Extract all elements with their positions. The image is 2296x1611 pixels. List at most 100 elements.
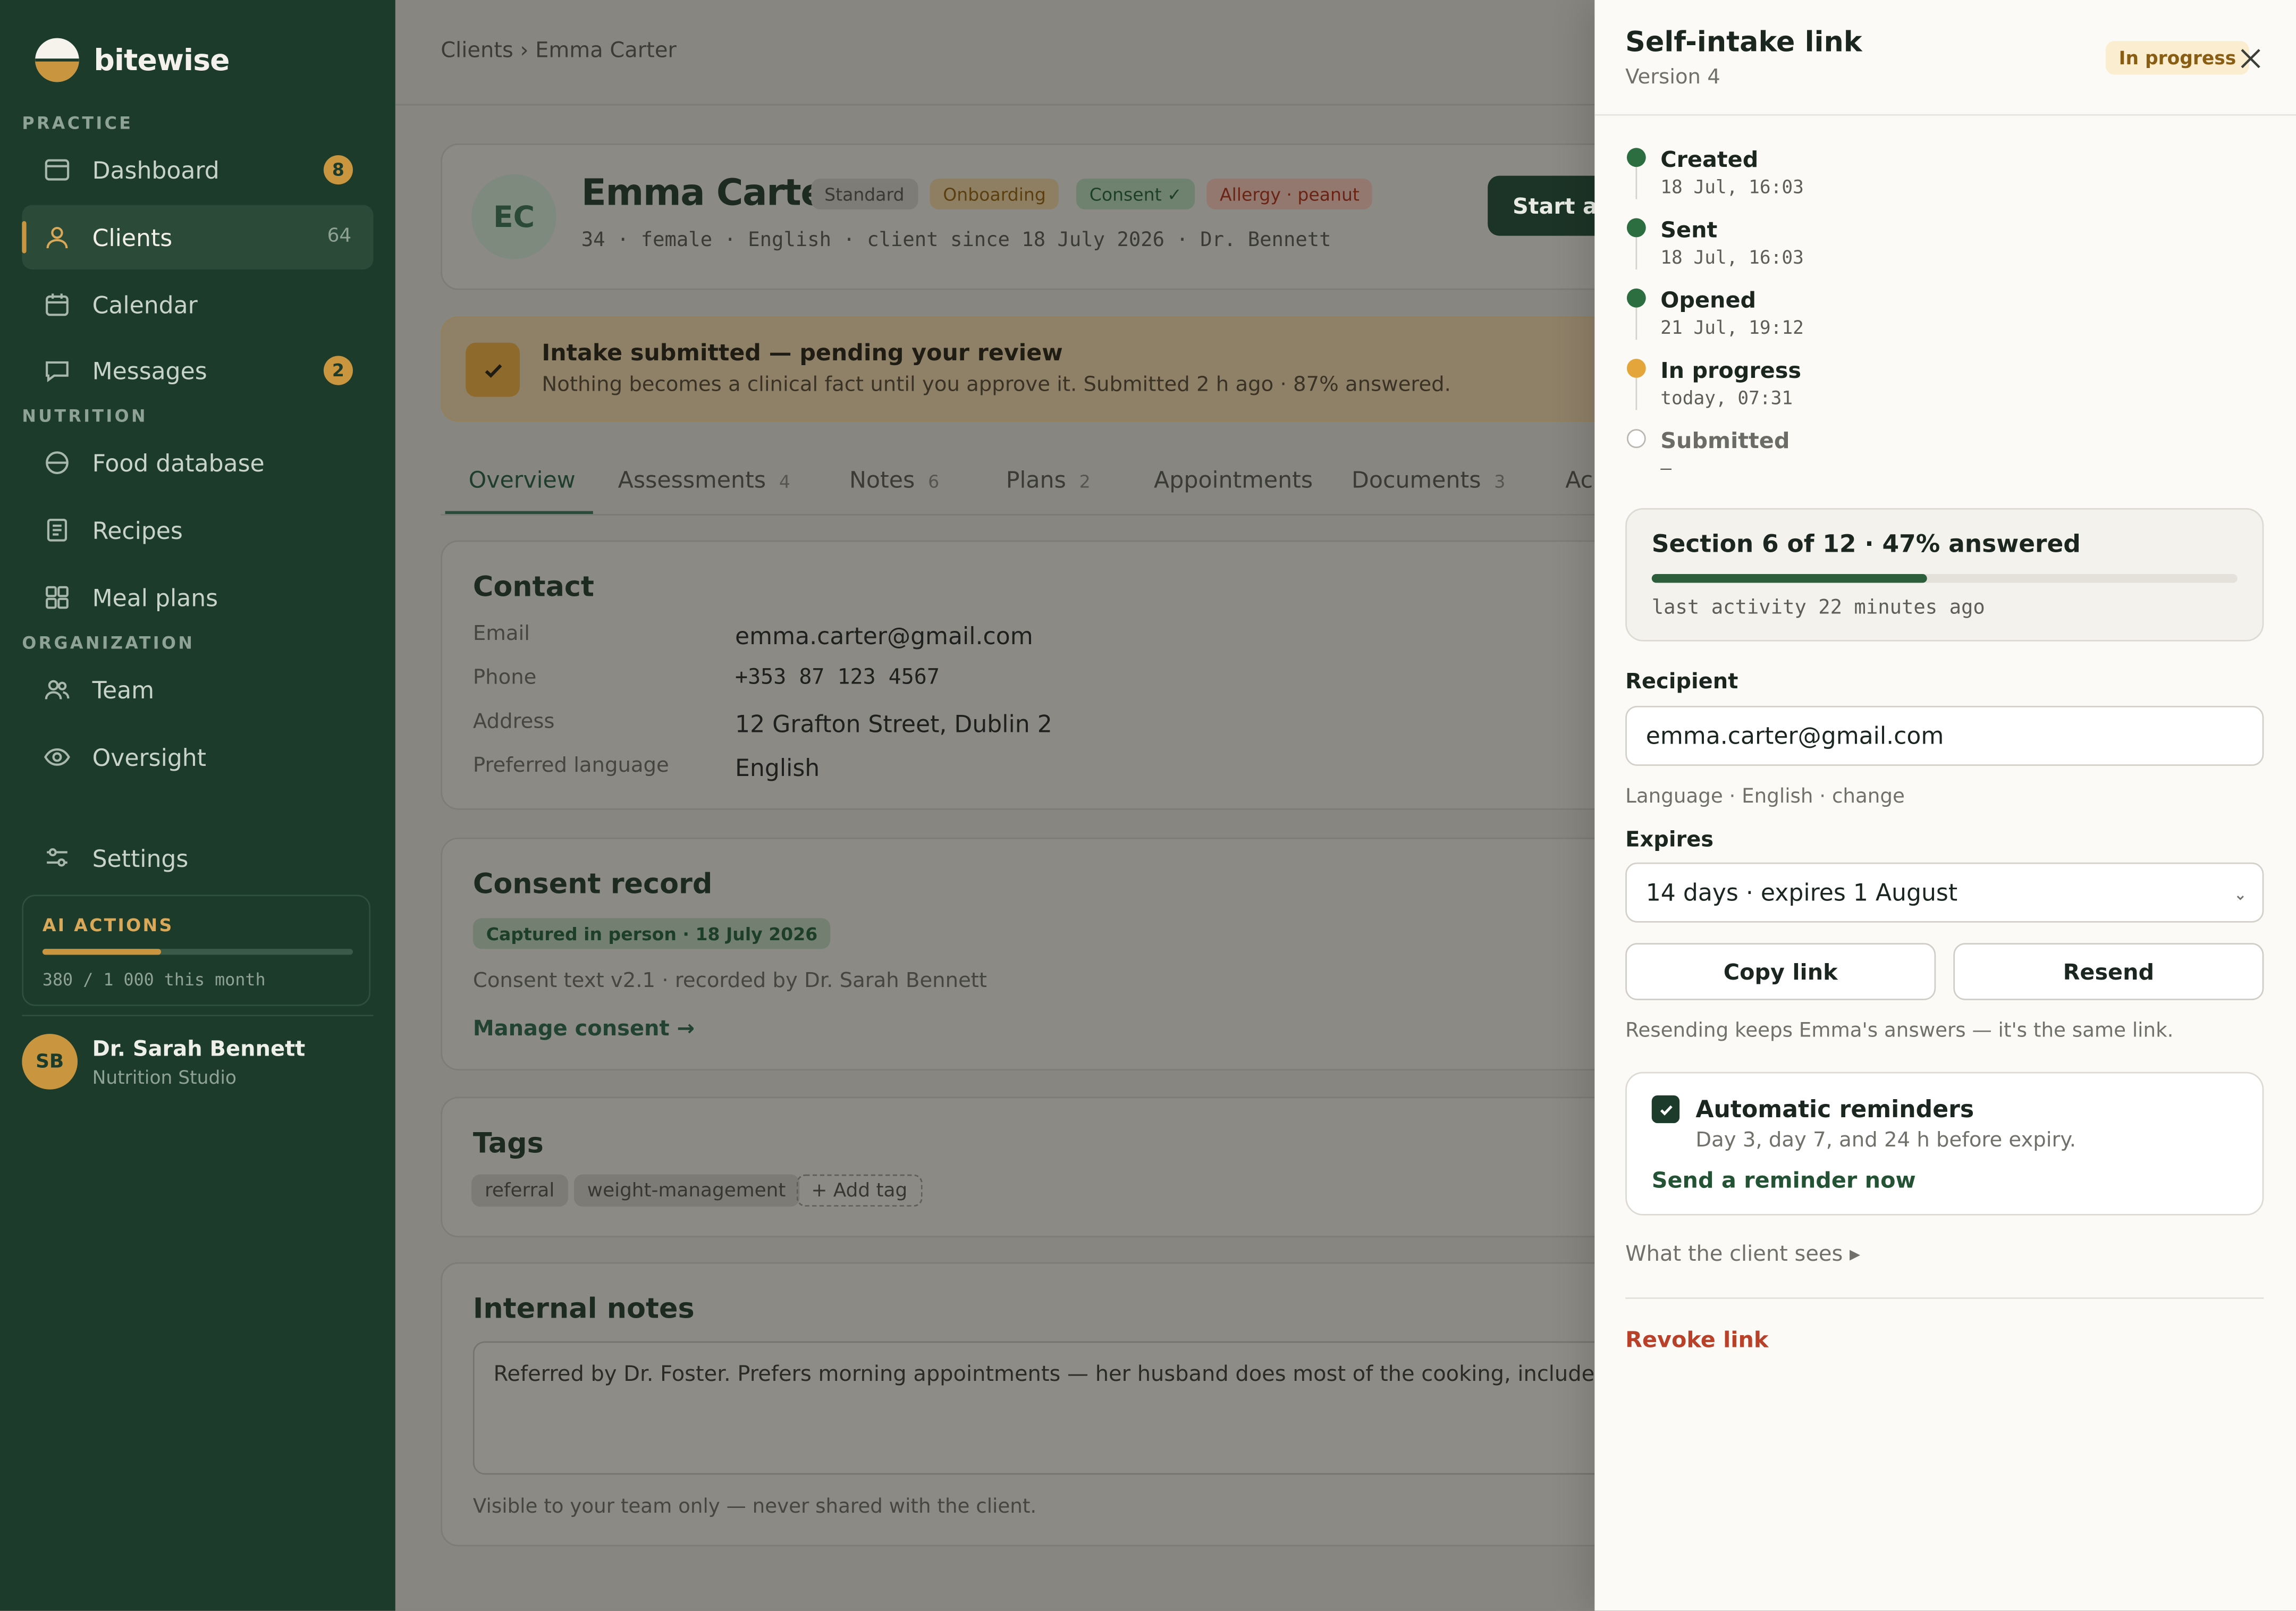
sidebar-item-label: Clients [92, 223, 173, 251]
plan-pill: Standard [811, 179, 918, 209]
resend-help: Resending keeps Emma's answers — it's th… [1625, 1019, 2174, 1043]
logo-icon [35, 38, 79, 82]
tab-appointments[interactable]: Appointments [1154, 467, 1313, 494]
sidebar-item-label: Oversight [92, 743, 207, 771]
reminders-checkbox[interactable] [1651, 1095, 1680, 1124]
brand[interactable]: bitewise [35, 38, 230, 82]
sliders-icon [44, 845, 71, 872]
sidebar-item-label: Settings [92, 844, 189, 872]
food-icon [44, 450, 71, 476]
tab-label: Overview [468, 467, 576, 494]
status-badge: In progress [2105, 41, 2250, 75]
tab-count: 3 [1494, 471, 1506, 492]
expires-value: 14 days · expires 1 August [1645, 879, 1958, 907]
divider [22, 1015, 374, 1017]
dashboard-icon [44, 157, 71, 183]
tab-count: 2 [1079, 471, 1091, 492]
timeline-label: Created [1660, 146, 1759, 173]
sidebar-item-calendar[interactable]: Calendar [22, 272, 373, 336]
timeline-label: Opened [1660, 287, 1757, 314]
phone-label: Phone [472, 666, 537, 690]
breadcrumb[interactable]: Clients › Emma Carter [441, 39, 677, 63]
tab-count: 6 [928, 471, 940, 492]
language-help[interactable]: Language · English · change [1625, 785, 1905, 808]
sidebar-item-label: Dashboard [92, 156, 220, 184]
section-label-organization: ORGANIZATION [22, 632, 195, 653]
avatar[interactable]: SB [22, 1034, 78, 1090]
sidebar-item-food-database[interactable]: Food database [22, 431, 373, 495]
user-name[interactable]: Dr. Sarah Bennett [92, 1038, 306, 1061]
user-org: Nutrition Studio [92, 1066, 237, 1089]
tag-chip[interactable]: referral [471, 1174, 568, 1207]
recipient-input[interactable]: emma.carter@gmail.com [1625, 705, 2264, 766]
client-count: 64 [327, 225, 352, 248]
section-label-practice: PRACTICE [22, 113, 133, 133]
tab-plans[interactable]: Plans 2 [1006, 467, 1091, 494]
timeline-label: Submitted [1660, 427, 1790, 454]
timeline-time: today, 07:31 [1660, 386, 1793, 409]
manage-consent-link[interactable]: Manage consent → [473, 1018, 695, 1041]
revoke-link-button[interactable]: Revoke link [1625, 1327, 1768, 1353]
tab-assessments[interactable]: Assessments 4 [618, 467, 790, 494]
notification-badge: 8 [323, 155, 353, 185]
timeline-connector [1635, 377, 1637, 410]
address-value: 12 Grafton Street, Dublin 2 [735, 710, 1052, 738]
drawer-title: Self-intake link [1625, 26, 1862, 59]
tab-documents[interactable]: Documents 3 [1352, 467, 1505, 494]
notes-help: Visible to your team only — never shared… [472, 1495, 1037, 1519]
tab-label: Documents [1351, 467, 1481, 494]
client-preview-toggle[interactable]: What the client sees ▸ [1625, 1243, 1860, 1267]
divider [1594, 114, 2296, 116]
consent-pill: Consent ✓ [1076, 179, 1195, 209]
calendar-icon [44, 291, 71, 318]
team-icon [44, 677, 71, 703]
email-value: emma.carter@gmail.com [735, 622, 1033, 651]
sidebar-item-settings[interactable]: Settings [22, 826, 373, 890]
sidebar-item-dashboard[interactable]: Dashboard 8 [22, 138, 373, 202]
sidebar-item-recipes[interactable]: Recipes [22, 498, 373, 562]
timeline-dot-current [1626, 359, 1646, 378]
timeline-dot-done [1626, 218, 1646, 238]
last-activity: last activity 22 minutes ago [1651, 596, 1985, 620]
client-meta: 34 · female · English · client since 18 … [581, 228, 1331, 252]
expires-select[interactable]: 14 days · expires 1 August [1625, 862, 2264, 923]
resend-button[interactable]: Resend [1953, 943, 2264, 1000]
tag-chip[interactable]: weight-management [574, 1174, 799, 1207]
close-icon[interactable] [2239, 47, 2263, 70]
timeline-connector [1635, 237, 1637, 269]
allergy-pill: Allergy · peanut [1206, 179, 1373, 209]
email-label: Email [472, 622, 530, 646]
sidebar-item-meal-plans[interactable]: Meal plans [22, 565, 373, 629]
drawer-version: Version 4 [1625, 65, 1720, 90]
grid-icon [44, 584, 71, 611]
contact-title: Contact [472, 571, 594, 604]
tab-notes[interactable]: Notes 6 [849, 467, 939, 494]
add-tag-button[interactable]: + Add tag [796, 1174, 922, 1207]
tab-label: Notes [849, 467, 915, 494]
eye-icon [44, 744, 71, 771]
tab-activity[interactable]: Ac [1565, 467, 1593, 494]
sidebar-item-team[interactable]: Team [22, 657, 373, 722]
tab-label: Assessments [618, 467, 766, 494]
ai-usage-text: 380 / 1 000 this month [42, 969, 266, 990]
sidebar-item-clients[interactable]: Clients 64 [22, 205, 374, 269]
sidebar-item-messages[interactable]: Messages 2 [22, 338, 373, 402]
language-value: English [735, 754, 820, 782]
consent-text: Consent text v2.1 · recorded by Dr. Sara… [472, 969, 987, 993]
message-icon [44, 357, 71, 384]
tab-label: Appointments [1154, 467, 1313, 494]
phone-value: +353 87 123 4567 [735, 666, 940, 690]
copy-link-button[interactable]: Copy link [1625, 943, 1936, 1000]
recipient-label: Recipient [1625, 670, 1738, 694]
sidebar-item-label: Recipes [92, 516, 183, 544]
avatar: EC [471, 174, 556, 259]
send-reminder-link[interactable]: Send a reminder now [1652, 1167, 1916, 1194]
reminders-title: Automatic reminders [1695, 1095, 1974, 1124]
address-label: Address [472, 710, 555, 734]
tab-overview[interactable]: Overview [469, 467, 576, 494]
timeline-time: — [1660, 457, 1672, 479]
ai-actions-title: AI ACTIONS [42, 915, 174, 936]
sidebar-item-oversight[interactable]: Oversight [22, 725, 373, 789]
divider [1625, 1297, 2264, 1299]
timeline-label: In progress [1660, 357, 1802, 384]
